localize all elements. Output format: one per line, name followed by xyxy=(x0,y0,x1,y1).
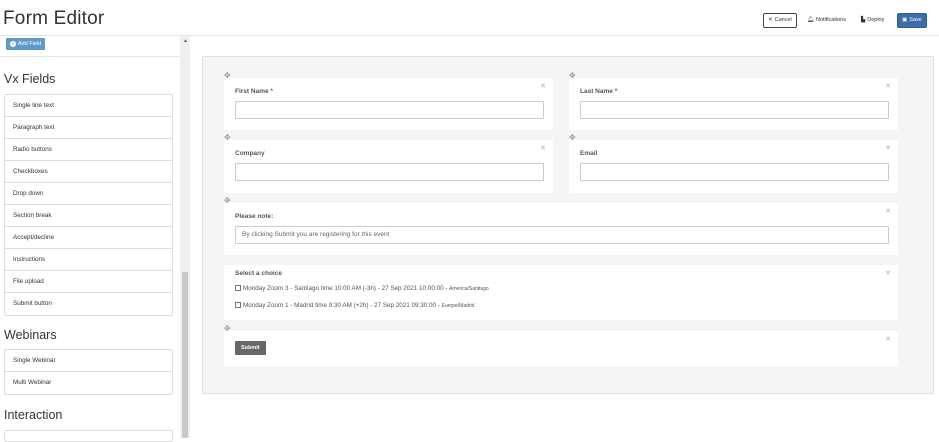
note-text: By clicking Submit you are registering f… xyxy=(235,226,889,244)
field-item-submit-button[interactable]: Submit button xyxy=(5,293,172,315)
field-item-drop-down[interactable]: Drop down xyxy=(5,183,172,205)
checkbox[interactable] xyxy=(235,302,241,308)
field-label: Select a choice xyxy=(235,270,282,277)
close-icon[interactable]: ✕ xyxy=(540,145,546,152)
choice-option[interactable]: Monday Zoom 3 - Santiago time 10:00 AM (… xyxy=(235,285,489,292)
field-label: Last Name * xyxy=(580,88,618,95)
field-item-checkboxes[interactable]: Checkboxes xyxy=(5,161,172,183)
sidebar: + Add Field Vx Fields Single line text Pa… xyxy=(0,36,190,442)
company-input[interactable] xyxy=(235,163,544,181)
field-label: Email xyxy=(580,150,598,157)
top-bar: Form Editor ✕ Cancel 🔔︎ Notifications ▙ Dep… xyxy=(0,0,939,36)
divider xyxy=(0,56,180,57)
close-icon[interactable]: ✕ xyxy=(885,270,891,277)
section-title-webinars: Webinars xyxy=(4,328,57,342)
add-field-button[interactable]: + Add Field xyxy=(6,38,46,50)
close-icon[interactable]: ✕ xyxy=(885,336,891,343)
first-name-input[interactable] xyxy=(235,101,544,119)
document-icon: ▙ xyxy=(861,17,866,23)
webinars-list: Single Webinar Multi Webinar xyxy=(4,349,173,395)
close-icon[interactable]: ✕ xyxy=(540,83,546,90)
floppy-icon: ▣ xyxy=(902,17,908,23)
field-please-note[interactable]: ✕ Please note: By clicking Submit you ar… xyxy=(224,203,898,255)
field-first-name[interactable]: ✕ First Name * xyxy=(224,78,553,130)
form-canvas: ✥ ✕ First Name * ✥ ✕ Last Name * ✥ ✕ Com… xyxy=(202,56,934,394)
submit-button[interactable]: Submit xyxy=(235,341,266,355)
choice-option[interactable]: Monday Zoom 1 - Madrid time 9:30 AM (+2h… xyxy=(235,302,474,309)
field-item-file-upload[interactable]: File upload xyxy=(5,271,172,293)
field-item-radio-buttons[interactable]: Radio buttons xyxy=(5,139,172,161)
field-select-choice[interactable]: ✕ Select a choice Monday Zoom 3 - Santia… xyxy=(224,265,898,320)
notifications-button[interactable]: 🔔︎ Notifications xyxy=(802,13,851,28)
close-icon: ✕ xyxy=(768,17,773,23)
field-item-single-line-text[interactable]: Single line text xyxy=(5,95,172,117)
field-item-single-webinar[interactable]: Single Webinar xyxy=(5,350,172,372)
section-title-vx-fields: Vx Fields xyxy=(4,72,56,86)
deploy-button[interactable]: ▙ Deploy xyxy=(856,13,890,28)
field-last-name[interactable]: ✕ Last Name * xyxy=(569,78,898,130)
last-name-input[interactable] xyxy=(580,101,889,119)
vx-fields-list: Single line text Paragraph text Radio bu… xyxy=(4,94,173,316)
field-company[interactable]: ✕ Company xyxy=(224,140,553,193)
field-label: Company xyxy=(235,150,265,157)
close-icon[interactable]: ✕ xyxy=(885,145,891,152)
checkbox[interactable] xyxy=(235,285,241,291)
section-title-interaction: Interaction xyxy=(4,408,63,422)
field-item-accept-decline[interactable]: Accept/decline xyxy=(5,227,172,249)
field-item-multi-webinar[interactable]: Multi Webinar xyxy=(5,372,172,394)
scroll-up-arrow-icon[interactable]: ▲ xyxy=(183,38,188,44)
close-icon[interactable]: ✕ xyxy=(885,208,891,215)
field-label: Please note: xyxy=(235,213,274,220)
field-item-instructions[interactable]: Instructions xyxy=(5,249,172,271)
field-email[interactable]: ✕ Email xyxy=(569,140,898,193)
bell-icon: 🔔︎ xyxy=(807,17,814,23)
close-icon[interactable]: ✕ xyxy=(885,83,891,90)
plus-icon: + xyxy=(10,41,16,47)
field-item-paragraph-text[interactable]: Paragraph text xyxy=(5,117,172,139)
page-title: Form Editor xyxy=(3,8,105,29)
scrollbar-thumb[interactable] xyxy=(182,272,188,438)
interaction-list xyxy=(4,430,173,442)
save-button[interactable]: ▣ Save xyxy=(897,13,927,28)
field-label: First Name * xyxy=(235,88,273,95)
field-submit[interactable]: ✕ Submit xyxy=(224,331,898,366)
email-input[interactable] xyxy=(580,163,889,181)
cancel-button[interactable]: ✕ Cancel xyxy=(763,13,797,28)
field-item-section-break[interactable]: Section break xyxy=(5,205,172,227)
